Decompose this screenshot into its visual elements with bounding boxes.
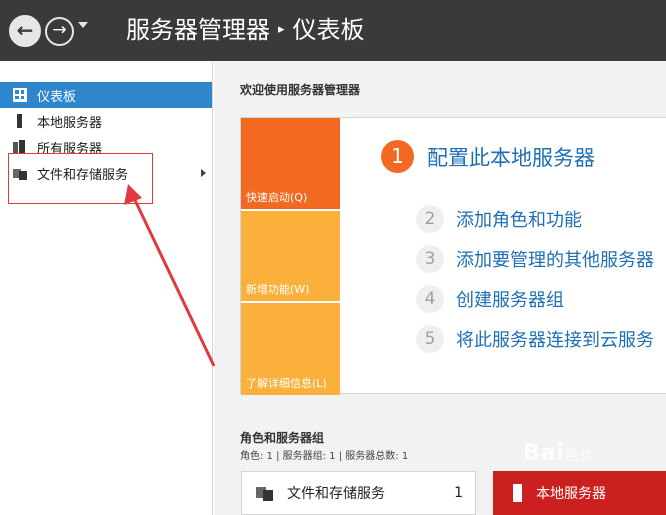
watermark-text: Bai	[523, 441, 566, 466]
baidu-watermark: Bai经验	[523, 441, 593, 466]
annotation-arrow	[124, 184, 216, 367]
watermark-suffix: 经验	[565, 449, 594, 464]
